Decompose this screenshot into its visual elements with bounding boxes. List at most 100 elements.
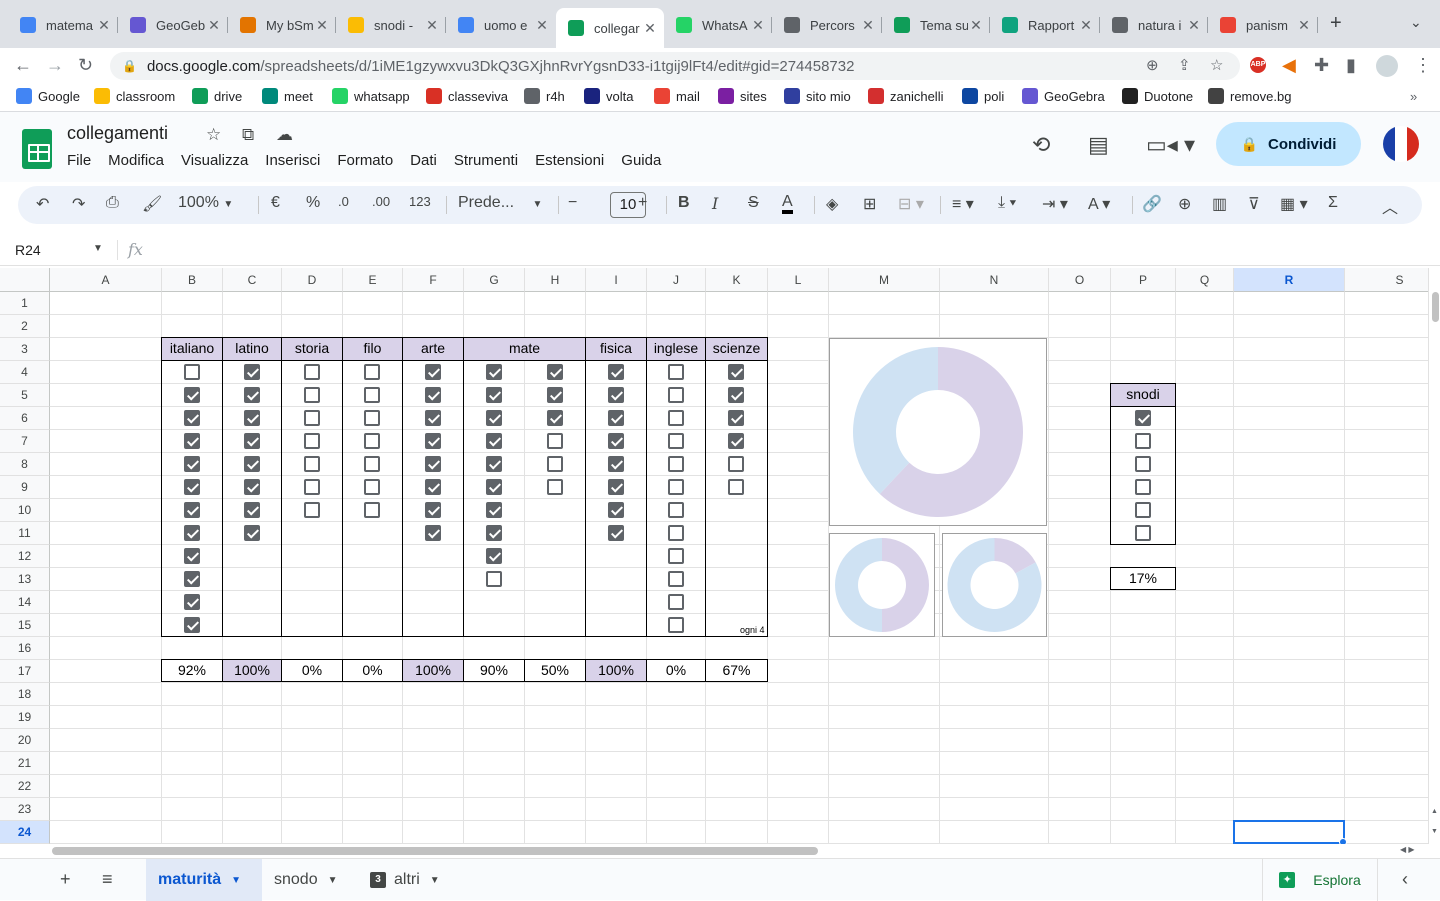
back-arrow-icon[interactable]: ← [14,55,32,76]
checkbox[interactable] [364,479,380,495]
checkbox[interactable] [303,479,320,495]
subject-header[interactable]: inglese [646,337,706,361]
checkbox[interactable] [303,433,320,449]
checkbox[interactable] [667,479,684,495]
browser-tab[interactable]: collegar ✕ [556,8,664,48]
subject-header[interactable]: mate [463,337,586,361]
row-header[interactable]: 11 [0,522,50,545]
close-tab-icon[interactable]: ✕ [534,17,550,34]
row-header[interactable]: 9 [0,476,50,499]
undo-icon[interactable]: ↶ [36,194,49,214]
row-header[interactable]: 21 [0,752,50,775]
checkbox[interactable] [667,410,684,426]
horizontal-align-icon[interactable]: ≡ ▾ [952,194,974,214]
checkbox[interactable] [243,410,260,426]
close-tab-icon[interactable]: ✕ [750,17,766,34]
checkbox[interactable] [485,502,502,518]
checkbox[interactable] [183,410,200,426]
menu-item[interactable]: Formato [337,152,393,169]
browser-tab[interactable]: natura i ✕ [1100,8,1208,42]
row-header[interactable]: 14 [0,591,50,614]
zoom-select[interactable]: 100% ▼ [178,194,233,212]
checkbox[interactable] [364,502,380,518]
subject-header[interactable]: filo [342,337,403,361]
bookmark-item[interactable]: classeviva [426,86,508,106]
menu-item[interactable]: Modifica [108,152,164,169]
checkbox[interactable] [607,433,624,449]
more-formats-button[interactable]: 123 [409,194,431,209]
snodi-checkbox[interactable] [1134,479,1151,495]
percentage-cell[interactable]: 100% [402,659,464,682]
sheet-tab[interactable]: 3 altri ▼ [358,859,462,901]
move-folder-icon[interactable]: ⧉ [242,125,254,145]
checkbox[interactable] [485,525,502,541]
vertical-scrollbar[interactable]: ▲ ▼ [1428,268,1440,844]
row-header[interactable]: 17 [0,660,50,683]
donut-chart[interactable] [942,533,1047,637]
checkbox[interactable] [364,387,380,403]
checkbox[interactable] [485,433,502,449]
percentage-cell[interactable]: 100% [585,659,647,682]
browser-tab[interactable]: panism ✕ [1208,8,1318,42]
percentage-cell[interactable]: 0% [646,659,706,682]
column-header[interactable]: J [647,268,706,292]
bookmark-star-icon[interactable]: ☆ [1210,56,1223,74]
checkbox[interactable] [183,594,200,610]
checkbox[interactable] [607,479,624,495]
checkbox[interactable] [364,364,380,380]
bookmark-item[interactable]: Google [16,86,80,106]
checkbox[interactable] [183,364,200,380]
column-header[interactable]: B [162,268,223,292]
bookmark-item[interactable]: zanichelli [868,86,943,106]
checkbox[interactable] [546,410,563,426]
column-header[interactable]: A [50,268,162,292]
donut-slice[interactable] [882,538,929,632]
extensions-puzzle-icon[interactable]: ✚ [1314,55,1329,76]
checkbox[interactable] [667,571,684,587]
menu-item[interactable]: Inserisci [265,152,320,169]
close-tab-icon[interactable]: ✕ [96,17,112,34]
sheets-logo-icon[interactable] [22,129,52,169]
checkbox[interactable] [607,456,624,472]
browser-tab[interactable]: matema ✕ [8,8,118,42]
version-history-icon[interactable]: ⟲ [1032,132,1050,158]
checkbox[interactable] [728,456,744,472]
bookmark-item[interactable]: remove.bg [1208,86,1291,106]
bookmark-item[interactable]: sites [718,86,767,106]
formula-input[interactable] [160,240,1420,260]
close-tab-icon[interactable]: ✕ [1296,17,1312,34]
snodi-checkbox[interactable] [1134,502,1151,518]
checkbox[interactable] [546,479,563,495]
column-header[interactable]: G [464,268,525,292]
all-sheets-menu-icon[interactable]: ≡ [102,869,113,890]
checkbox[interactable] [424,387,441,403]
checkbox[interactable] [667,433,684,449]
row-header[interactable]: 12 [0,545,50,568]
checkbox[interactable] [424,364,441,380]
percentage-cell[interactable]: 0% [281,659,343,682]
checkbox[interactable] [243,387,260,403]
checkbox[interactable] [546,433,563,449]
user-avatar[interactable] [1383,126,1419,162]
column-header[interactable]: N [940,268,1049,292]
checkbox[interactable] [667,364,684,380]
menu-item[interactable]: Strumenti [454,152,518,169]
browser-tab[interactable]: Tema su ✕ [882,8,990,42]
snodi-percentage[interactable]: 17% [1110,567,1176,590]
sheet-tab[interactable]: snodo ▼ [262,859,358,901]
close-tab-icon[interactable]: ✕ [314,17,330,34]
checkbox[interactable] [667,548,684,564]
checkbox[interactable] [607,502,624,518]
column-header[interactable]: Q [1176,268,1234,292]
percentage-cell[interactable]: 67% [705,659,768,682]
checkbox[interactable] [607,410,624,426]
checkbox[interactable] [546,456,563,472]
increase-font-size-button[interactable]: + [638,194,647,212]
sheet-tab[interactable]: maturità ▼ [146,859,262,901]
print-icon[interactable]: ⎙ [106,194,119,212]
side-panel-icon[interactable]: ▮ [1346,55,1356,76]
collapse-toolbar-icon[interactable]: ︿ [1382,194,1398,218]
column-header[interactable]: M [829,268,940,292]
checkbox[interactable] [667,617,684,633]
snodi-checkbox[interactable] [1134,456,1151,472]
